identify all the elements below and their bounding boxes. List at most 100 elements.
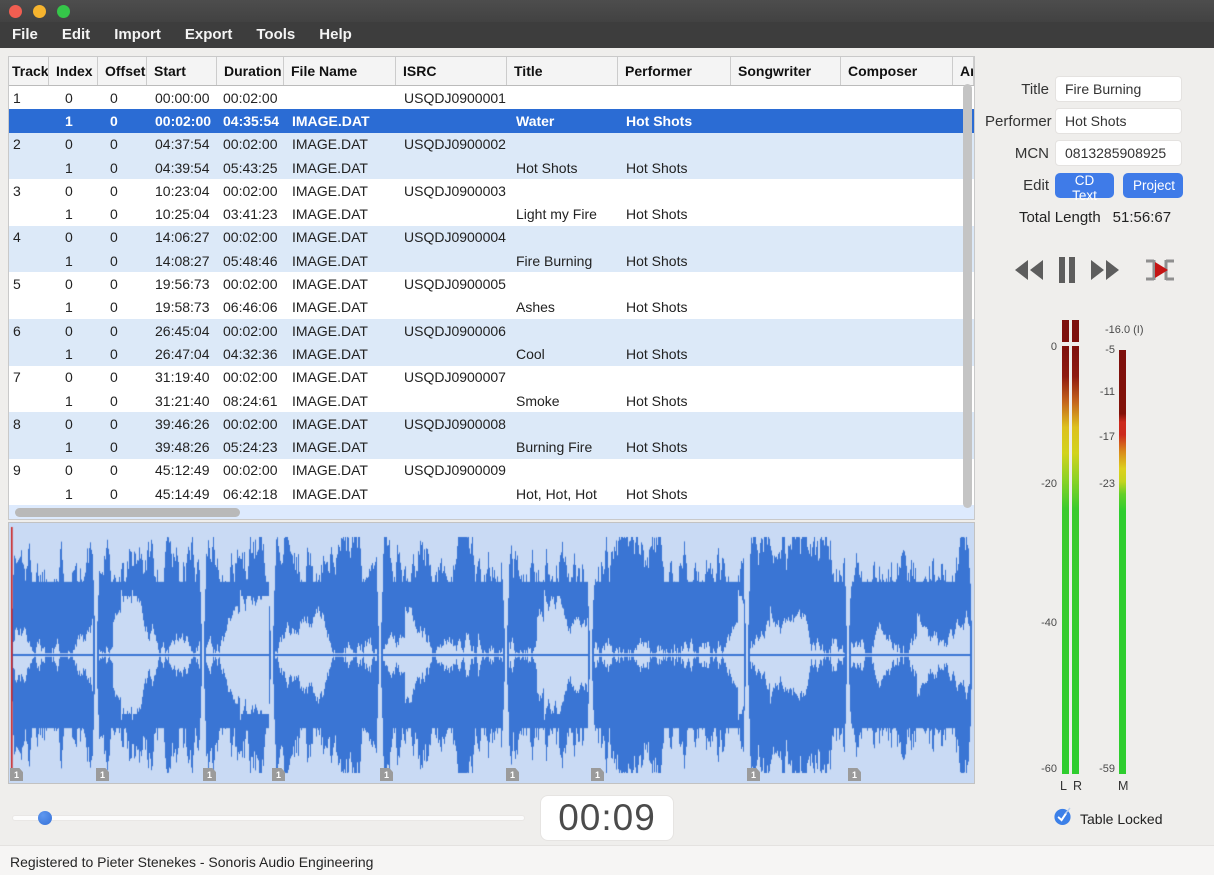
track-marker-9[interactable]: 1 [848, 768, 861, 781]
cell-start: 04:37:54 [147, 136, 217, 152]
track-marker-2[interactable]: 1 [96, 768, 109, 781]
track-table: TrackIndexOffsetStartDurationFile NameIS… [8, 56, 975, 520]
menu-item-help[interactable]: Help [307, 22, 364, 48]
menu-item-edit[interactable]: Edit [50, 22, 102, 48]
zoom-window-button[interactable] [57, 5, 70, 18]
rewind-button[interactable] [1012, 254, 1046, 286]
lr-scale--40: -40 [997, 617, 1057, 629]
column-header-offset[interactable]: Offset [98, 57, 147, 85]
cell-file: IMAGE.DAT [284, 346, 396, 362]
cell-start: 10:25:04 [147, 206, 217, 222]
table-row[interactable]: 1026:47:0404:32:36IMAGE.DATCoolHot Shots [9, 342, 974, 365]
project-button[interactable]: Project [1123, 173, 1183, 198]
track-marker-8[interactable]: 1 [747, 768, 760, 781]
table-row[interactable]: 90045:12:4900:02:00IMAGE.DATUSQDJ0900009 [9, 459, 974, 482]
table-row[interactable]: 1039:48:2605:24:23IMAGE.DATBurning FireH… [9, 435, 974, 458]
column-header-isrc[interactable]: ISRC [396, 57, 507, 85]
cell-file: IMAGE.DAT [284, 486, 396, 502]
minimize-window-button[interactable] [33, 5, 46, 18]
table-row[interactable]: 1019:58:7306:46:06IMAGE.DATAshesHot Shot… [9, 296, 974, 319]
horizontal-scrollbar-thumb[interactable] [15, 508, 240, 517]
track-marker-5[interactable]: 1 [380, 768, 393, 781]
table-row[interactable]: 40014:06:2700:02:00IMAGE.DATUSQDJ0900004 [9, 226, 974, 249]
table-row[interactable]: 80039:46:2600:02:00IMAGE.DATUSQDJ0900008 [9, 412, 974, 435]
cell-title: Ashes [507, 299, 618, 315]
table-row[interactable]: 10000:00:0000:02:00USQDJ0900001 [9, 86, 974, 109]
cell-offset: 0 [98, 229, 147, 245]
track-marker-3[interactable]: 1 [203, 768, 216, 781]
cell-track: 8 [9, 416, 49, 432]
table-row[interactable]: 30010:23:0400:02:00IMAGE.DATUSQDJ0900003 [9, 179, 974, 202]
cd-text-button[interactable]: CD Text [1055, 173, 1114, 198]
cell-performer: Hot Shots [618, 299, 731, 315]
table-locked-checkbox[interactable]: Table Locked [1053, 807, 1163, 831]
meter-bar-left [1062, 346, 1069, 774]
cell-offset: 0 [98, 136, 147, 152]
menu-item-import[interactable]: Import [102, 22, 173, 48]
table-row[interactable]: 60026:45:0400:02:00IMAGE.DATUSQDJ0900006 [9, 319, 974, 342]
cell-duration: 06:46:06 [217, 299, 284, 315]
column-header-title[interactable]: Title [507, 57, 618, 85]
cell-index: 1 [49, 486, 98, 502]
column-header-duration[interactable]: Duration [217, 57, 284, 85]
track-marker-4[interactable]: 1 [272, 768, 285, 781]
column-header-start[interactable]: Start [147, 57, 217, 85]
table-row[interactable]: 1000:02:0004:35:54IMAGE.DATWaterHot Shot… [9, 109, 974, 132]
cell-offset: 0 [98, 299, 147, 315]
performer-label: Performer [985, 113, 1049, 130]
cell-start: 10:23:04 [147, 183, 217, 199]
vertical-scrollbar-thumb[interactable] [963, 84, 972, 508]
title-input[interactable] [1055, 76, 1182, 102]
pause-button[interactable] [1057, 254, 1077, 286]
play-between-markers-button[interactable] [1142, 254, 1178, 286]
clip-indicator-left [1062, 320, 1069, 342]
track-marker-1[interactable]: 1 [10, 768, 23, 781]
playback-position-slider[interactable] [12, 815, 525, 821]
horizontal-scrollbar[interactable] [9, 505, 974, 519]
column-header-composer[interactable]: Composer [841, 57, 953, 85]
table-row[interactable]: 1014:08:2705:48:46IMAGE.DATFire BurningH… [9, 249, 974, 272]
track-marker-6[interactable]: 1 [506, 768, 519, 781]
column-header-songwriter[interactable]: Songwriter [731, 57, 841, 85]
column-header-performer[interactable]: Performer [618, 57, 731, 85]
table-row[interactable]: 20004:37:5400:02:00IMAGE.DATUSQDJ0900002 [9, 133, 974, 156]
cell-file: IMAGE.DAT [284, 253, 396, 269]
cell-title: Water [507, 113, 618, 129]
menu-item-tools[interactable]: Tools [244, 22, 307, 48]
cell-offset: 0 [98, 439, 147, 455]
cell-offset: 0 [98, 160, 147, 176]
waveform-display[interactable] [9, 523, 974, 783]
performer-input[interactable] [1055, 108, 1182, 134]
cell-track: 3 [9, 183, 49, 199]
column-header-track[interactable]: Track [9, 57, 49, 85]
cell-offset: 0 [98, 486, 147, 502]
track-marker-7[interactable]: 1 [591, 768, 604, 781]
cell-track: 6 [9, 323, 49, 339]
menu-item-file[interactable]: File [0, 22, 50, 48]
table-row[interactable]: 1031:21:4008:24:61IMAGE.DATSmokeHot Shot… [9, 389, 974, 412]
cell-duration: 00:02:00 [217, 369, 284, 385]
cell-start: 26:47:04 [147, 346, 217, 362]
table-row[interactable]: 1004:39:5405:43:25IMAGE.DATHot ShotsHot … [9, 156, 974, 179]
cell-duration: 04:32:36 [217, 346, 284, 362]
mcn-input[interactable] [1055, 140, 1182, 166]
table-row[interactable]: 1045:14:4906:42:18IMAGE.DATHot, Hot, Hot… [9, 482, 974, 505]
cell-index: 0 [49, 323, 98, 339]
menu-item-export[interactable]: Export [173, 22, 245, 48]
m-scale--59: -59 [1055, 763, 1115, 775]
column-header-index[interactable]: Index [49, 57, 98, 85]
close-window-button[interactable] [9, 5, 22, 18]
cell-start: 45:12:49 [147, 462, 217, 478]
playback-position-slider-thumb[interactable] [38, 811, 52, 825]
table-row[interactable]: 50019:56:7300:02:00IMAGE.DATUSQDJ0900005 [9, 272, 974, 295]
cell-track: 4 [9, 229, 49, 245]
table-row[interactable]: 1010:25:0403:41:23IMAGE.DATLight my Fire… [9, 202, 974, 225]
column-header-arr[interactable]: Arr [953, 57, 974, 85]
cell-start: 45:14:49 [147, 486, 217, 502]
vertical-scrollbar[interactable] [963, 84, 972, 508]
table-row[interactable]: 70031:19:4000:02:00IMAGE.DATUSQDJ0900007 [9, 366, 974, 389]
cell-offset: 0 [98, 90, 147, 106]
column-header-file[interactable]: File Name [284, 57, 396, 85]
fast-forward-button[interactable] [1088, 254, 1122, 286]
cell-index: 1 [49, 113, 98, 129]
